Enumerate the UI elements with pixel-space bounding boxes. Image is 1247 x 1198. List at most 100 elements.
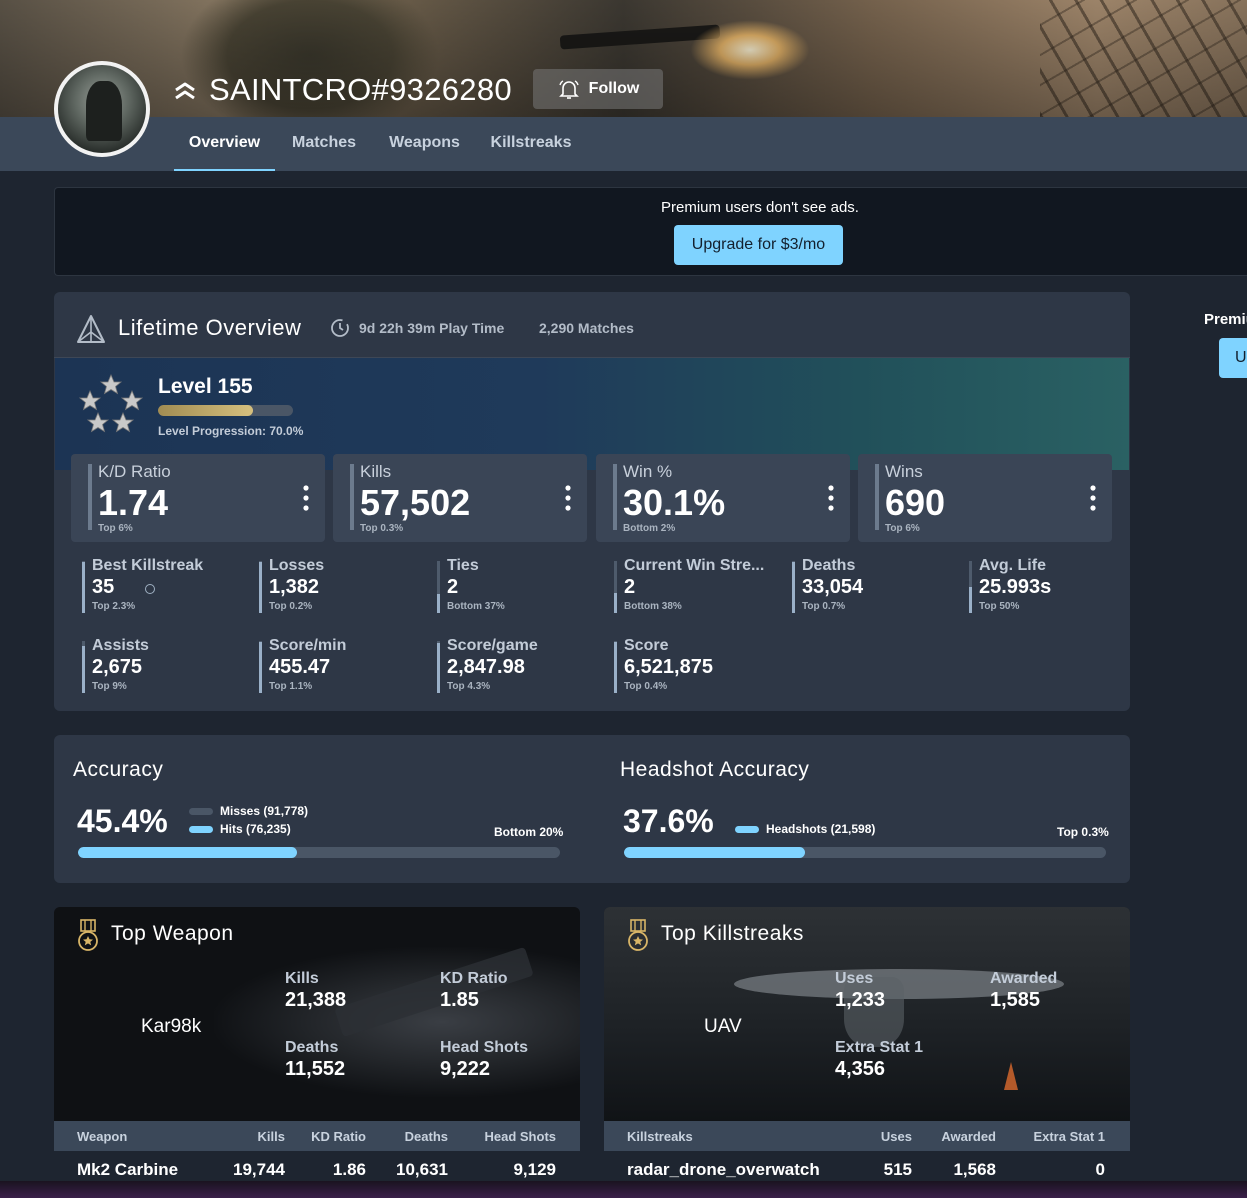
ks-extra-label: Extra Stat 1 (835, 1039, 924, 1056)
clock-icon (331, 319, 349, 337)
column-header[interactable]: Awarded (926, 1129, 996, 1144)
column-header[interactable]: Head Shots (465, 1129, 556, 1144)
misses-legend-swatch (189, 808, 213, 815)
stat-kd-ratio[interactable]: K/D Ratio 1.74 Top 6% (71, 454, 325, 542)
stat-win-percent[interactable]: Win % 30.1% Bottom 2% (596, 454, 850, 542)
stat-losses: Losses 1,382 Top 0.2% (259, 557, 429, 613)
weapon-name-cell: Mk2 Carbine (77, 1160, 179, 1179)
tab-killstreaks[interactable]: Killstreaks (488, 117, 574, 171)
stat-current-win-streak: Current Win Stre... 2 Bottom 38% (614, 557, 784, 613)
side-upgrade-button[interactable]: U (1219, 338, 1247, 378)
stat-rank: Top 9% (92, 681, 127, 692)
hits-legend-swatch (189, 826, 213, 833)
weapon-headshots-value: 9,222 (440, 1058, 491, 1080)
stat-rank: Top 0.3% (360, 523, 404, 534)
column-header[interactable]: KD Ratio (295, 1129, 366, 1144)
stat-value: 1.74 (98, 482, 169, 523)
stat-rank: Bottom 38% (624, 601, 682, 612)
weapon-kills-label: Kills (285, 970, 319, 987)
stat-label: Score/game (447, 637, 538, 654)
stat-rank: Top 50% (979, 601, 1020, 612)
stat-wins[interactable]: Wins 690 Top 6% (858, 454, 1112, 542)
column-header[interactable]: Weapon (77, 1129, 127, 1144)
stat-rank: Top 6% (885, 523, 920, 534)
stat-rank: Top 2.3% (92, 601, 136, 612)
level-progress-bar (158, 405, 293, 416)
side-premium-label: Premiu (1204, 311, 1247, 328)
stat-rank: Top 0.4% (624, 681, 668, 692)
stat-ties: Ties 2 Bottom 37% (437, 557, 607, 613)
tab-weapons[interactable]: Weapons (384, 117, 465, 171)
column-header[interactable]: Extra Stat 1 (1015, 1129, 1105, 1144)
follow-button[interactable]: Follow (533, 69, 663, 109)
extra-stat-cell: 0 (1095, 1160, 1105, 1179)
headshots-legend-swatch (735, 826, 759, 833)
medal-icon (78, 919, 98, 951)
stat-rank: Bottom 2% (623, 523, 676, 534)
column-header[interactable]: Deaths (378, 1129, 448, 1144)
username: SAINTCRO#9326280 (209, 72, 512, 107)
uses-cell: 515 (883, 1160, 912, 1179)
ks-awarded-value: 1,585 (990, 989, 1041, 1011)
stat-rank: Top 4.3% (447, 681, 491, 692)
stat-value: 2,847.98 (447, 656, 525, 678)
info-circle-icon[interactable] (145, 584, 155, 594)
more-options-icon[interactable] (1088, 484, 1098, 514)
pyramid-icon (77, 315, 105, 343)
tab-overview[interactable]: Overview (174, 117, 275, 171)
bell-icon (558, 80, 579, 99)
weapon-kd-label: KD Ratio (440, 970, 508, 987)
matches-count: 2,290 Matches (539, 320, 634, 336)
stat-label: Assists (92, 637, 149, 654)
stat-value: 2 (447, 576, 459, 598)
ks-uses-value: 1,233 (835, 989, 886, 1011)
stat-score-per-game: Score/game 2,847.98 Top 4.3% (437, 637, 607, 693)
accuracy-rank: Bottom 20% (494, 825, 564, 839)
headshot-value: 37.6% (623, 803, 714, 839)
accuracy-card (54, 735, 1130, 883)
upgrade-button[interactable]: Upgrade for $3/mo (674, 225, 843, 265)
stat-value: 25.993s (979, 576, 1052, 598)
more-options-icon[interactable] (301, 484, 311, 514)
column-header[interactable]: Uses (852, 1129, 912, 1144)
weapon-kd-value: 1.85 (440, 989, 479, 1011)
stat-label: Ties (447, 557, 479, 574)
headshot-bar (624, 847, 1106, 858)
more-options-icon[interactable] (563, 484, 573, 514)
top-weapon-name: Kar98k (141, 1016, 202, 1037)
headshots-cell: 9,129 (513, 1160, 556, 1179)
stat-rank: Bottom 37% (447, 601, 505, 612)
kd-cell: 1.86 (332, 1160, 366, 1179)
accuracy-title: Accuracy (73, 758, 164, 781)
rank-chevron-icon (175, 82, 195, 100)
headshot-title: Headshot Accuracy (620, 758, 810, 781)
more-options-icon[interactable] (826, 484, 836, 514)
stat-label: Current Win Stre... (624, 557, 765, 574)
stat-label: Score (624, 637, 669, 654)
top-killstreak-name: UAV (704, 1016, 742, 1037)
stat-value: 33,054 (802, 576, 864, 598)
stat-label: Kills (360, 462, 392, 481)
follow-label: Follow (588, 80, 640, 97)
stat-kills[interactable]: Kills 57,502 Top 0.3% (333, 454, 587, 542)
headshot-rank: Top 0.3% (1057, 825, 1109, 839)
stat-assists: Assists 2,675 Top 9% (82, 637, 252, 693)
stat-rank: Top 0.7% (802, 601, 846, 612)
top-weapon-title: Top Weapon (111, 922, 234, 945)
stat-rank: Top 6% (98, 523, 133, 534)
level-title: Level 155 (158, 375, 253, 398)
stat-label: K/D Ratio (98, 462, 171, 481)
avatar (54, 61, 150, 157)
stat-score-per-min: Score/min 455.47 Top 1.1% (259, 637, 429, 693)
column-header[interactable]: Killstreaks (627, 1129, 693, 1144)
column-header[interactable]: Kills (225, 1129, 285, 1144)
misses-legend: Misses (91,778) (220, 804, 309, 818)
tab-matches[interactable]: Matches (286, 117, 362, 171)
stat-score: Score 6,521,875 Top 0.4% (614, 637, 784, 693)
top-killstreaks-title: Top Killstreaks (661, 922, 804, 945)
stat-rank: Top 1.1% (269, 681, 313, 692)
stat-label: Avg. Life (979, 557, 1046, 574)
stat-deaths: Deaths 33,054 Top 0.7% (792, 557, 962, 613)
rank-stars-icon (78, 373, 144, 433)
stat-value: 455.47 (269, 656, 331, 678)
